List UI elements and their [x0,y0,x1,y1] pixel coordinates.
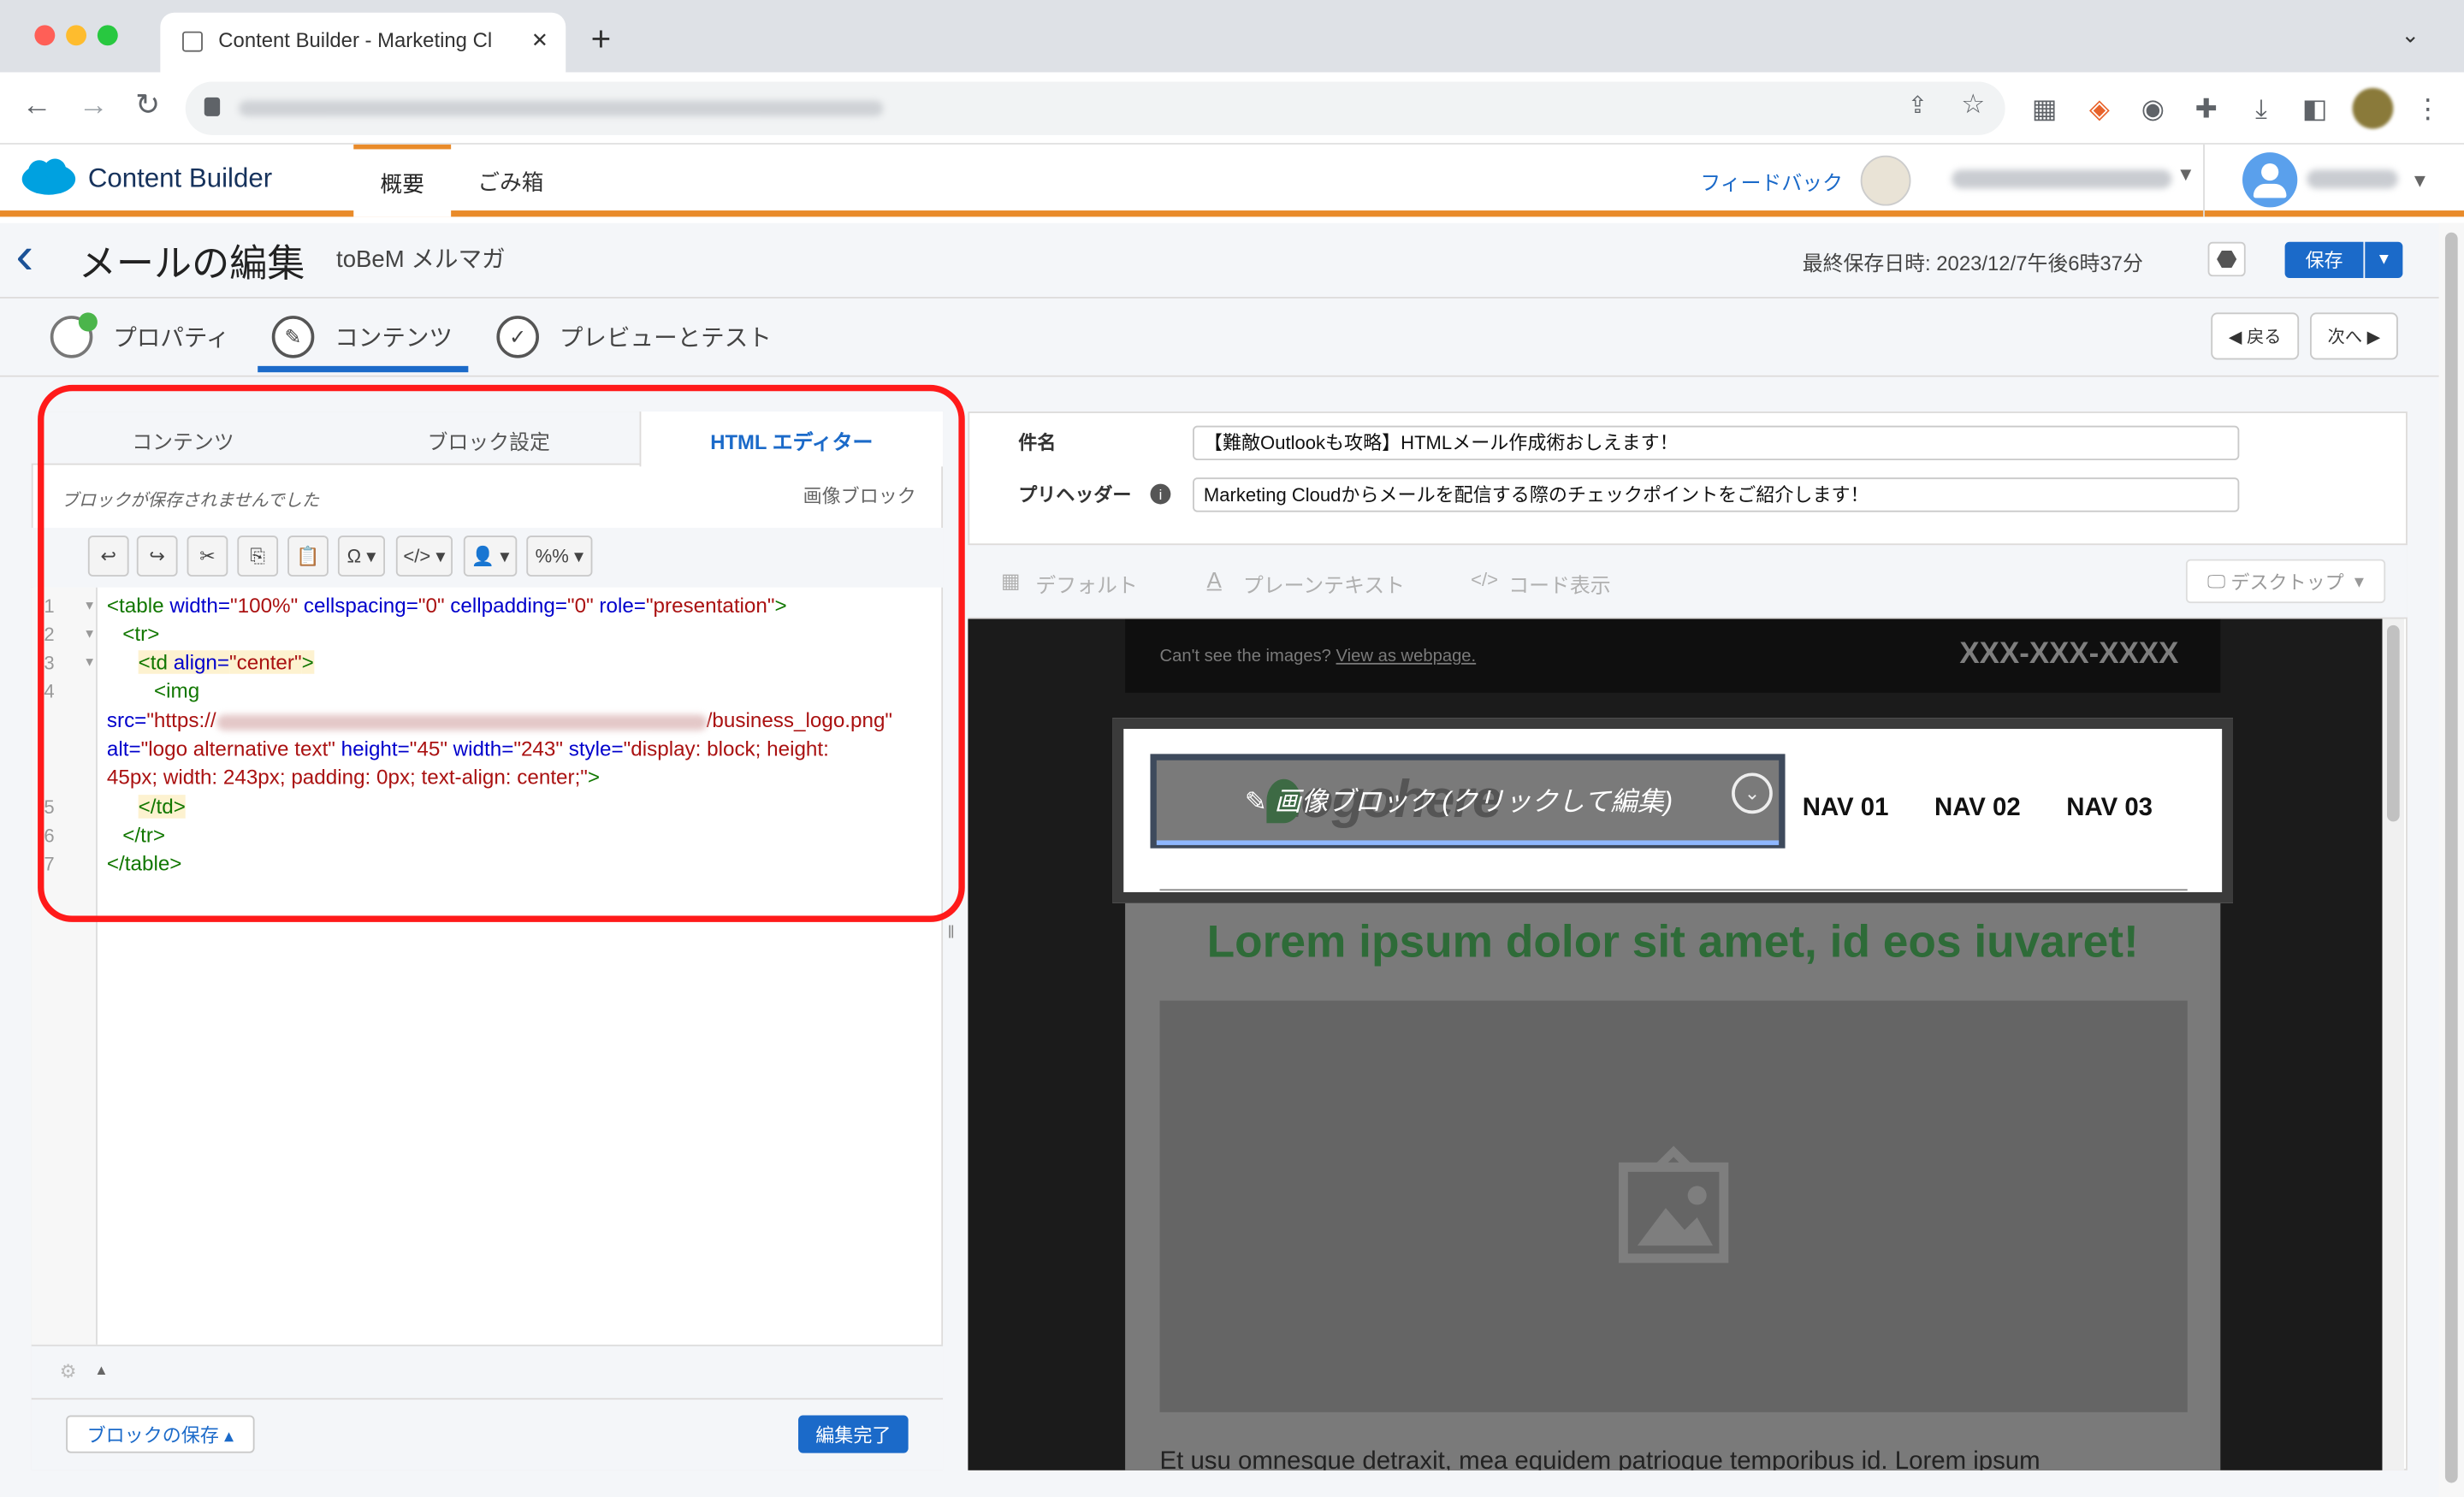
bookmark-star-icon[interactable]: ☆ [1961,90,1985,121]
selected-image-block[interactable]: Logohere ✎ 画像ブロック (クリックして編集) ⌄ [1150,754,1786,849]
image-block-hint: ✎ 画像ブロック (クリックして編集) [1244,786,1673,817]
brave-extension-icon[interactable]: ◈ [2082,92,2117,127]
back-button-label: 戻る [2247,328,2282,347]
tab-title: Content Builder - Marketing Cl [218,28,493,52]
edit-pencil-icon: ✎ [1244,786,1275,817]
preview-scrollbar[interactable] [2382,618,2405,1470]
desktop-monitor-icon: 🖵 [2207,569,2231,592]
view-default[interactable]: デフォルト [1035,569,1137,599]
info-icon[interactable]: i [1150,483,1171,505]
settings-gear-icon[interactable]: ⚙ [60,1360,77,1382]
url-input[interactable]: ⇪ ☆ [185,81,2005,135]
email-canvas: Can't see the images? View as webpage. X… [968,618,2383,1470]
selection-underline [1156,840,1780,845]
org-dropdown-icon[interactable]: ▼ [2177,163,2195,186]
editor-status-bar: ⚙ ▲ [31,1344,944,1399]
tab-search-icon[interactable]: ⌄ [2402,22,2420,49]
page-title: メールの編集 [78,243,305,287]
window-minimize-dot[interactable] [66,25,87,46]
save-button[interactable]: 保存 [2284,241,2364,279]
hero-image-placeholder[interactable] [1159,1000,2188,1412]
blurred-org-name [1952,169,2172,189]
window-maximize-dot[interactable] [97,25,118,46]
done-editing-button[interactable]: 編集完了 [798,1415,909,1453]
subject-input[interactable]: 【難敵Outlookも攻略】HTMLメール作成術おしえます！ [1193,425,2240,461]
qr-code-icon[interactable]: ▦ [2027,92,2061,127]
device-chevron-icon: ▾ [2343,570,2365,593]
sidepanel-icon[interactable]: ◧ [2297,92,2331,127]
email-headline: Lorem ipsum dolor sit amet, id eos iuvar… [1206,917,2139,968]
save-dropdown-icon[interactable]: ▼ [2365,241,2403,279]
default-view-icon: ▦ [1000,568,1021,593]
salesforce-cloud-icon [21,158,76,195]
close-tab-icon[interactable]: ✕ [531,28,548,53]
new-tab-icon[interactable]: + [591,19,612,60]
user-avatar-icon[interactable] [2242,152,2298,208]
page-icon [182,31,203,52]
subject-label: 件名 [1018,431,1057,454]
step-properties[interactable]: プロパティ [113,321,229,354]
tag-icon[interactable]: ⬣ [2207,241,2246,277]
feedback-link[interactable]: フィードバック [1700,167,1843,197]
view-as-webpage-link[interactable]: View as webpage. [1336,648,1477,666]
reload-icon[interactable]: ↻ [135,88,160,124]
header-divider-line [1159,889,2188,891]
phone-number: XXX-XXX-XXXX [1959,637,2179,672]
code-view-icon: </> [1471,568,1499,591]
window-close-dot[interactable] [34,25,56,46]
pencil-step-icon: ✎ [271,316,315,358]
expand-up-icon[interactable]: ▲ [94,1362,108,1377]
device-selector-label: デスクトップ [2230,571,2344,594]
last-saved-text: 最終保存日時: 2023/12/7午後6時37分 [1802,251,2143,275]
browser-menu-icon[interactable]: ⋮ [2411,92,2445,127]
next-button[interactable]: 次へ ▶ [2309,312,2398,360]
header-divider [2203,144,2205,217]
email-nav-2[interactable]: NAV 02 [1934,795,2021,823]
preheader-label: プリヘッダー [1018,483,1132,506]
view-code[interactable]: コード表示 [1508,569,1610,599]
plain-text-icon: A [1206,566,1222,593]
camera-icon[interactable]: ◉ [2135,92,2170,127]
email-body-text: Et usu omnesque detraxit, mea equidem pa… [1159,1448,2040,1470]
block-options-chevron-icon[interactable]: ⌄ [1732,772,1773,814]
cant-see-images-text: Can't see the images? View as webpage. [1159,647,1477,666]
preheader-input[interactable]: Marketing Cloudからメールを配信する際のチェックポイントをご紹介し… [1193,477,2240,512]
lock-icon [204,97,221,116]
extensions-puzzle-icon[interactable]: ✚ [2189,92,2224,127]
blurred-user-name [2307,169,2398,189]
step-content[interactable]: コンテンツ [335,321,453,354]
share-icon[interactable]: ⇪ [1908,92,1928,119]
nav-trash-tab[interactable]: ごみ箱 [477,167,543,198]
active-step-indicator [258,365,469,373]
back-arrow-icon[interactable]: ← [22,90,52,124]
back-button[interactable]: ◀ 戻る [2211,312,2300,360]
image-placeholder-icon [1618,1145,1729,1263]
blurred-url [239,100,884,116]
nav-overview-tab[interactable]: 概要 [353,144,452,217]
download-icon[interactable]: ⤓ [2244,92,2278,127]
back-chevron-icon[interactable]: ‹ [15,226,33,286]
save-block-button[interactable]: ブロックの保存 ▴ [66,1415,255,1453]
user-menu-chevron-icon[interactable]: ▼ [2411,169,2430,192]
window-scrollbar[interactable] [2438,222,2464,1497]
view-plain-text[interactable]: プレーンテキスト [1243,569,1405,599]
einstein-avatar [1860,155,1911,206]
email-nav-3[interactable]: NAV 03 [2066,795,2153,823]
profile-avatar[interactable] [2352,87,2394,129]
browser-tab[interactable]: Content Builder - Marketing Cl ✕ [160,12,566,73]
email-name: toBeM メルマガ [336,246,506,274]
check-step-icon: ✓ [496,316,539,358]
next-button-label: 次へ [2327,328,2363,347]
forward-arrow-icon[interactable]: → [79,90,109,124]
step-complete-check-icon [78,312,98,332]
nav-overview-label: 概要 [380,170,424,196]
resize-handle-icon[interactable]: ‖ [948,924,955,943]
step-preview-test[interactable]: プレビューとテスト [560,321,772,354]
back-triangle-icon: ◀ [2228,327,2248,346]
email-nav-1[interactable]: NAV 01 [1803,795,1889,823]
next-triangle-icon: ▶ [2362,327,2381,346]
app-name: Content Builder [87,163,273,193]
device-selector[interactable]: 🖵 デスクトップ ▾ [2185,559,2386,604]
highlight-annotation-frame [38,384,965,922]
